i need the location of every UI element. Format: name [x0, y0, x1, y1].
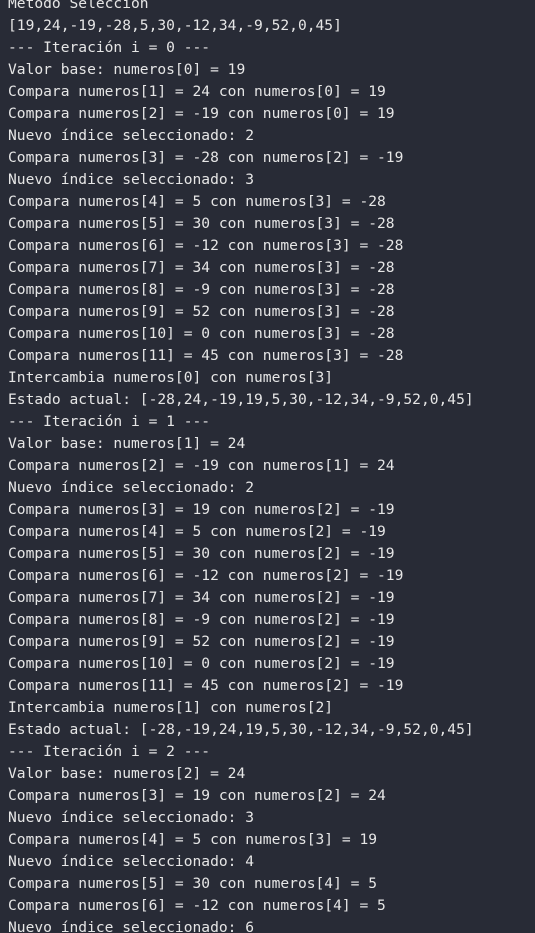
output-line: Compara numeros[9] = 52 con numeros[3] =…	[8, 303, 395, 320]
output-line: Nuevo índice seleccionado: 6	[8, 919, 255, 933]
output-line: Compara numeros[6] = -12 con numeros[4] …	[8, 897, 386, 914]
output-line: Compara numeros[4] = 5 con numeros[3] = …	[8, 193, 386, 210]
output-line: Compara numeros[5] = 30 con numeros[2] =…	[8, 545, 395, 562]
output-line: Nuevo índice seleccionado: 2	[8, 479, 255, 496]
console-output: Metodo Seleccion [19,24,-19,-28,5,30,-12…	[8, 0, 535, 933]
output-line: --- Iteración i = 1 ---	[8, 413, 211, 430]
output-line: Compara numeros[10] = 0 con numeros[3] =…	[8, 325, 395, 342]
output-line: Valor base: numeros[1] = 24	[8, 435, 246, 452]
output-line: Estado actual: [-28,24,-19,19,5,30,-12,3…	[8, 391, 474, 408]
output-line: Compara numeros[9] = 52 con numeros[2] =…	[8, 633, 395, 650]
output-line: Nuevo índice seleccionado: 2	[8, 127, 255, 144]
output-line: Compara numeros[6] = -12 con numeros[2] …	[8, 567, 404, 584]
output-line: Metodo Seleccion	[8, 0, 149, 12]
output-line: [19,24,-19,-28,5,30,-12,34,-9,52,0,45]	[8, 17, 342, 34]
output-line: Compara numeros[3] = 19 con numeros[2] =…	[8, 787, 386, 804]
output-line: Compara numeros[3] = 19 con numeros[2] =…	[8, 501, 395, 518]
output-line: Compara numeros[3] = -28 con numeros[2] …	[8, 149, 404, 166]
output-line: Compara numeros[11] = 45 con numeros[2] …	[8, 677, 404, 694]
output-line: Intercambia numeros[1] con numeros[2]	[8, 699, 334, 716]
output-line: Compara numeros[7] = 34 con numeros[3] =…	[8, 259, 395, 276]
output-line: Compara numeros[5] = 30 con numeros[3] =…	[8, 215, 395, 232]
terminal-panel[interactable]: Metodo Seleccion [19,24,-19,-28,5,30,-12…	[0, 0, 535, 933]
output-line: Compara numeros[8] = -9 con numeros[3] =…	[8, 281, 395, 298]
output-line: Nuevo índice seleccionado: 3	[8, 809, 255, 826]
output-line: Intercambia numeros[0] con numeros[3]	[8, 369, 334, 386]
output-line: Estado actual: [-28,-19,24,19,5,30,-12,3…	[8, 721, 474, 738]
output-line: Compara numeros[4] = 5 con numeros[2] = …	[8, 523, 386, 540]
output-line: Compara numeros[10] = 0 con numeros[2] =…	[8, 655, 395, 672]
output-line: Compara numeros[8] = -9 con numeros[2] =…	[8, 611, 395, 628]
output-line: Nuevo índice seleccionado: 4	[8, 853, 255, 870]
output-line: Compara numeros[5] = 30 con numeros[4] =…	[8, 875, 378, 892]
output-line: Compara numeros[11] = 45 con numeros[3] …	[8, 347, 404, 364]
output-line: Compara numeros[6] = -12 con numeros[3] …	[8, 237, 404, 254]
output-line: Nuevo índice seleccionado: 3	[8, 171, 255, 188]
output-line: --- Iteración i = 0 ---	[8, 39, 211, 56]
output-line: --- Iteración i = 2 ---	[8, 743, 211, 760]
output-line: Valor base: numeros[0] = 19	[8, 61, 246, 78]
output-line: Compara numeros[2] = -19 con numeros[0] …	[8, 105, 395, 122]
output-line: Compara numeros[7] = 34 con numeros[2] =…	[8, 589, 395, 606]
output-line: Compara numeros[1] = 24 con numeros[0] =…	[8, 83, 386, 100]
output-line: Valor base: numeros[2] = 24	[8, 765, 246, 782]
output-line: Compara numeros[2] = -19 con numeros[1] …	[8, 457, 395, 474]
output-line: Compara numeros[4] = 5 con numeros[3] = …	[8, 831, 378, 848]
